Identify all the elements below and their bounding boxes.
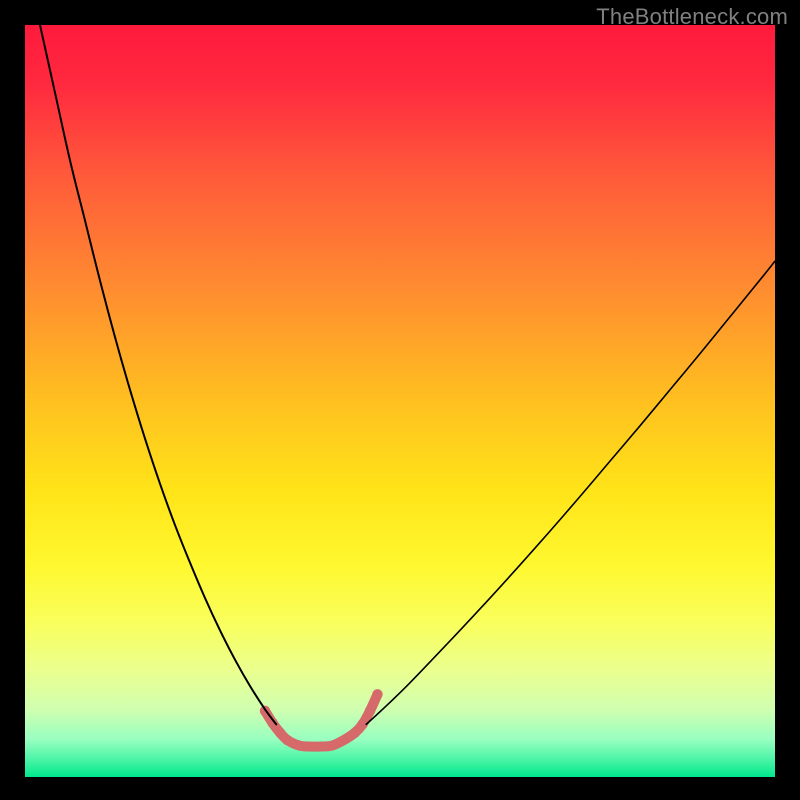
chart-svg <box>25 25 775 777</box>
chart-background <box>25 25 775 777</box>
chart-frame: TheBottleneck.com <box>0 0 800 800</box>
chart-plot-area <box>25 25 775 777</box>
